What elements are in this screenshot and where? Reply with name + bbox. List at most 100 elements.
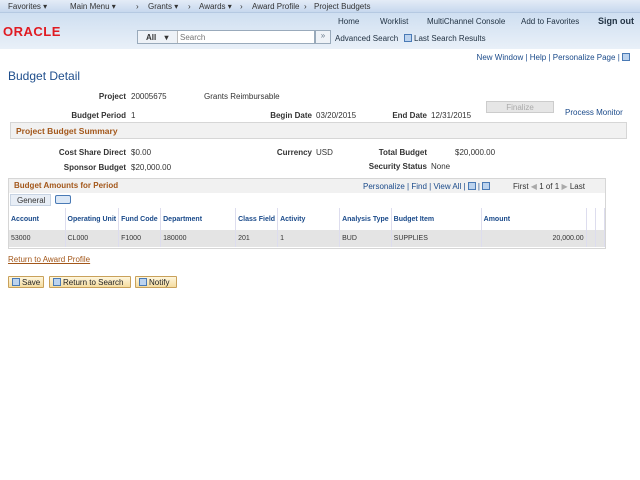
- notify-button[interactable]: Notify: [135, 276, 177, 288]
- column-header[interactable]: Analysis Type: [339, 208, 392, 230]
- new-window-link[interactable]: New Window: [477, 53, 524, 62]
- project-description: Grants Reimbursable: [204, 92, 280, 101]
- zoom-icon[interactable]: [467, 182, 476, 190]
- sign-out-link[interactable]: Sign out: [598, 16, 634, 26]
- view-all-link[interactable]: View All: [433, 182, 461, 191]
- nav-sep: ›: [240, 2, 243, 11]
- show-all-columns-icon[interactable]: [55, 195, 71, 204]
- add-favorites-link[interactable]: Add to Favorites: [521, 17, 579, 26]
- column-header[interactable]: Operating Unit: [65, 208, 120, 230]
- nav-awards[interactable]: Awards ▾: [199, 2, 232, 11]
- table-cell: SUPPLIES: [391, 230, 482, 247]
- first-link[interactable]: First: [513, 182, 529, 191]
- home-link[interactable]: Home: [338, 17, 359, 26]
- column-header[interactable]: Activity: [277, 208, 341, 230]
- download-icon[interactable]: [482, 182, 491, 190]
- column-header-empty: [595, 208, 606, 230]
- save-button[interactable]: Save: [8, 276, 45, 288]
- column-header[interactable]: Class Field: [235, 208, 279, 230]
- help-link[interactable]: Help: [530, 53, 546, 62]
- total-budget-label: Total Budget: [378, 148, 427, 157]
- nav-bar: Favorites ▾ Main Menu ▾ › Grants ▾ › Awa…: [0, 0, 640, 13]
- search-results-icon: [404, 34, 412, 42]
- oracle-logo: ORACLE: [3, 24, 61, 39]
- last-results-label: Last Search Results: [414, 34, 486, 43]
- page-title: Budget Detail: [8, 69, 81, 83]
- end-date-label: End Date: [392, 111, 427, 120]
- nav-project-budgets[interactable]: Project Budgets: [314, 2, 370, 11]
- save-label: Save: [22, 278, 41, 287]
- worklist-link[interactable]: Worklist: [380, 17, 408, 26]
- search-input[interactable]: [180, 32, 310, 42]
- search-go-button[interactable]: »: [315, 30, 331, 44]
- security-status-value: None: [431, 162, 451, 171]
- personalize-link[interactable]: Personalize: [363, 182, 405, 191]
- budget-grid: Budget Amounts for Period Personalize | …: [8, 178, 606, 249]
- last-link[interactable]: Last: [570, 182, 585, 191]
- table-cell: CL000: [65, 230, 120, 247]
- summary-section-header: Project Budget Summary: [10, 122, 627, 139]
- prev-icon[interactable]: ◀: [531, 182, 537, 191]
- project-value: 20005675: [131, 92, 167, 101]
- grid-nav: Personalize | Find | View All | |: [363, 182, 492, 191]
- grid-title: Budget Amounts for Period: [14, 181, 119, 190]
- currency-label: Currency: [276, 148, 312, 157]
- table-cell-empty: [595, 230, 606, 247]
- sponsor-budget-label: Sponsor Budget: [63, 163, 126, 172]
- search-box: All ▾: [137, 30, 315, 44]
- multichannel-link[interactable]: MultiChannel Console: [427, 17, 505, 26]
- column-header[interactable]: Department: [160, 208, 237, 230]
- find-link[interactable]: Find: [411, 182, 427, 191]
- advanced-search-link[interactable]: Advanced Search: [335, 34, 398, 43]
- chevron-down-icon: ▾: [164, 33, 169, 42]
- column-header[interactable]: Fund Code: [118, 208, 162, 230]
- end-date-value: 12/31/2015: [431, 111, 472, 120]
- sponsor-budget-value: $20,000.00: [131, 163, 172, 172]
- search-scope-select[interactable]: All ▾: [138, 31, 178, 43]
- nav-sep: ›: [304, 2, 307, 11]
- budget-period-value: 1: [131, 111, 136, 120]
- page-count: 1 of 1: [539, 182, 560, 191]
- column-header[interactable]: Amount: [481, 208, 587, 230]
- table-cell-empty: [586, 230, 596, 247]
- table-cell: 180000: [160, 230, 237, 247]
- return-to-search-button[interactable]: Return to Search: [49, 276, 131, 288]
- grid-table: Account Operating Unit Fund Code Department…: [9, 208, 606, 247]
- table-cell: F1000: [118, 230, 162, 247]
- pager: First ◀ 1 of 1 ▶ Last: [513, 182, 585, 191]
- nav-favorites[interactable]: Favorites ▾: [8, 2, 47, 11]
- table-cell: 1: [277, 230, 341, 247]
- table-cell: BUD: [339, 230, 392, 247]
- finalize-button[interactable]: Finalize: [486, 101, 554, 113]
- begin-date-value: 03/20/2015: [316, 111, 357, 120]
- table-cell: 201: [235, 230, 279, 247]
- nav-grants[interactable]: Grants ▾: [148, 2, 178, 11]
- nav-sep: ›: [188, 2, 191, 11]
- cost-share-label: Cost Share Direct: [58, 148, 126, 157]
- table-row: 53000 CL000 F1000 180000 201 1 BUD SUPPLIES 20,0…: [9, 230, 606, 247]
- security-status-label: Security Status: [368, 162, 427, 171]
- search-scope-value: All: [146, 33, 157, 42]
- process-monitor-link[interactable]: Process Monitor: [565, 108, 623, 117]
- header: ORACLE Home Worklist MultiChannel Consol…: [0, 13, 640, 49]
- grid-header: Budget Amounts for Period Personalize | …: [9, 179, 605, 193]
- page-settings-icon[interactable]: [622, 53, 630, 61]
- project-label: Project: [98, 92, 126, 101]
- save-icon: [12, 278, 20, 286]
- personalize-page-link[interactable]: Personalize Page: [553, 53, 616, 62]
- nav-award-profile[interactable]: Award Profile: [252, 2, 299, 11]
- notify-icon: [139, 278, 147, 286]
- column-header[interactable]: Account: [9, 208, 66, 230]
- table-cell: 53000: [9, 230, 66, 247]
- return-search-label: Return to Search: [63, 278, 124, 287]
- notify-label: Notify: [149, 278, 170, 287]
- last-search-results-link[interactable]: Last Search Results: [404, 34, 486, 43]
- next-icon[interactable]: ▶: [561, 182, 567, 191]
- column-header[interactable]: Budget Item: [391, 208, 482, 230]
- return-award-profile-link[interactable]: Return to Award Profile: [8, 255, 90, 264]
- cost-share-value: $0.00: [131, 148, 152, 157]
- page-bar: New Window | Help | Personalize Page |: [477, 53, 632, 62]
- tab-general[interactable]: General: [10, 194, 51, 206]
- nav-main-menu[interactable]: Main Menu ▾: [70, 2, 116, 11]
- column-header-empty: [586, 208, 596, 230]
